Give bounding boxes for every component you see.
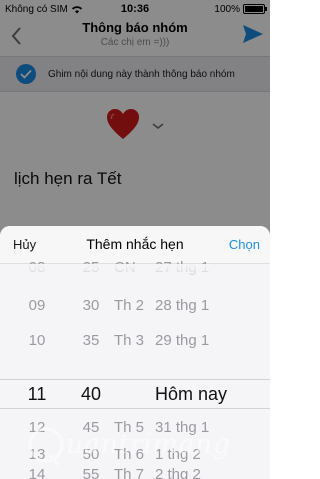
- picker-row-selected[interactable]: 11 40 Hôm nay: [0, 379, 270, 409]
- date-cell[interactable]: 28 thg 1: [155, 294, 245, 318]
- weekday-cell[interactable]: Th 3: [114, 329, 154, 353]
- choose-button[interactable]: Chọn: [229, 237, 260, 252]
- watermark-q-icon: [28, 427, 64, 466]
- hour-cell[interactable]: 09: [22, 294, 52, 318]
- picker-row[interactable]: 10 35 Th 3 29 thg 1: [0, 329, 270, 353]
- weekday-cell[interactable]: Th 2: [114, 294, 154, 318]
- hour-cell-selected[interactable]: 11: [22, 379, 52, 409]
- watermark-text: uantrimang: [66, 429, 231, 460]
- picker-row[interactable]: 09 30 Th 2 28 thg 1: [0, 294, 270, 318]
- minute-cell-selected[interactable]: 40: [76, 379, 106, 409]
- picker-fade: [0, 264, 270, 292]
- watermark-logo: uantrimang: [26, 425, 241, 469]
- date-cell[interactable]: 29 thg 1: [155, 329, 245, 353]
- minute-cell[interactable]: 30: [76, 294, 106, 318]
- minute-cell[interactable]: 35: [76, 329, 106, 353]
- hour-cell[interactable]: 10: [22, 329, 52, 353]
- date-cell-selected[interactable]: Hôm nay: [155, 379, 255, 409]
